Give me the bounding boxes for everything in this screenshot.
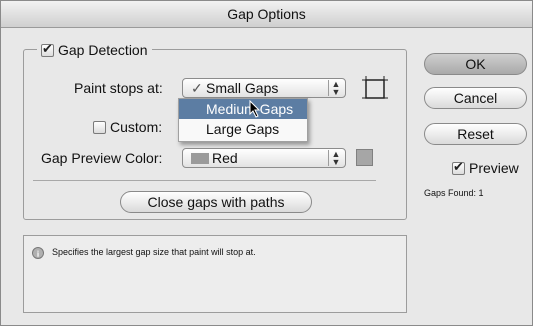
info-panel: i Specifies the largest gap size that pa… — [23, 235, 407, 313]
paint-stops-value: Small Gaps — [206, 80, 279, 96]
preview-color-swatch[interactable] — [356, 149, 373, 166]
ok-button[interactable]: OK — [424, 53, 527, 75]
info-text: Specifies the largest gap size that pain… — [52, 247, 256, 257]
preview-row: Preview — [452, 159, 519, 176]
preview-label: Preview — [469, 160, 519, 176]
menu-item-medium-gaps[interactable]: Medium Gaps — [179, 99, 307, 119]
selected-check-icon: ✓ — [191, 80, 203, 96]
preview-color-value: Red — [212, 150, 238, 166]
cancel-button[interactable]: Cancel — [424, 87, 527, 109]
preview-color-value-wrap: Red — [191, 149, 238, 167]
gap-detection-label: Gap Detection — [58, 42, 148, 58]
paint-stops-popup[interactable]: ✓ Small Gaps ▲ ▼ — [182, 78, 346, 98]
close-gaps-button[interactable]: Close gaps with paths — [120, 191, 312, 213]
mouse-cursor-icon — [249, 100, 261, 118]
chevron-updown-icon: ▲ ▼ — [328, 80, 343, 97]
custom-checkbox[interactable] — [93, 120, 106, 134]
paint-stops-menu: Medium Gaps Large Gaps — [178, 98, 308, 142]
gap-detection-checkbox[interactable] — [41, 41, 54, 57]
preview-color-label: Gap Preview Color: — [41, 150, 163, 166]
custom-label: Custom: — [110, 119, 163, 135]
color-swatch-icon — [191, 153, 209, 164]
gap-detection-legend: Gap Detection — [37, 41, 152, 58]
info-icon: i — [32, 247, 44, 259]
chevron-updown-icon: ▲ ▼ — [328, 150, 343, 167]
window-title: Gap Options — [1, 1, 532, 28]
paint-stops-label: Paint stops at: — [74, 80, 163, 96]
gaps-found-text: Gaps Found: 1 — [424, 188, 484, 198]
reset-button[interactable]: Reset — [424, 123, 527, 145]
preview-checkbox[interactable] — [452, 159, 465, 175]
group-divider — [33, 180, 376, 181]
preview-color-popup[interactable]: Red ▲ ▼ — [182, 148, 346, 168]
custom-row: Custom: — [93, 119, 162, 135]
gap-frame-icon — [362, 76, 388, 99]
menu-item-large-gaps[interactable]: Large Gaps — [179, 119, 307, 139]
